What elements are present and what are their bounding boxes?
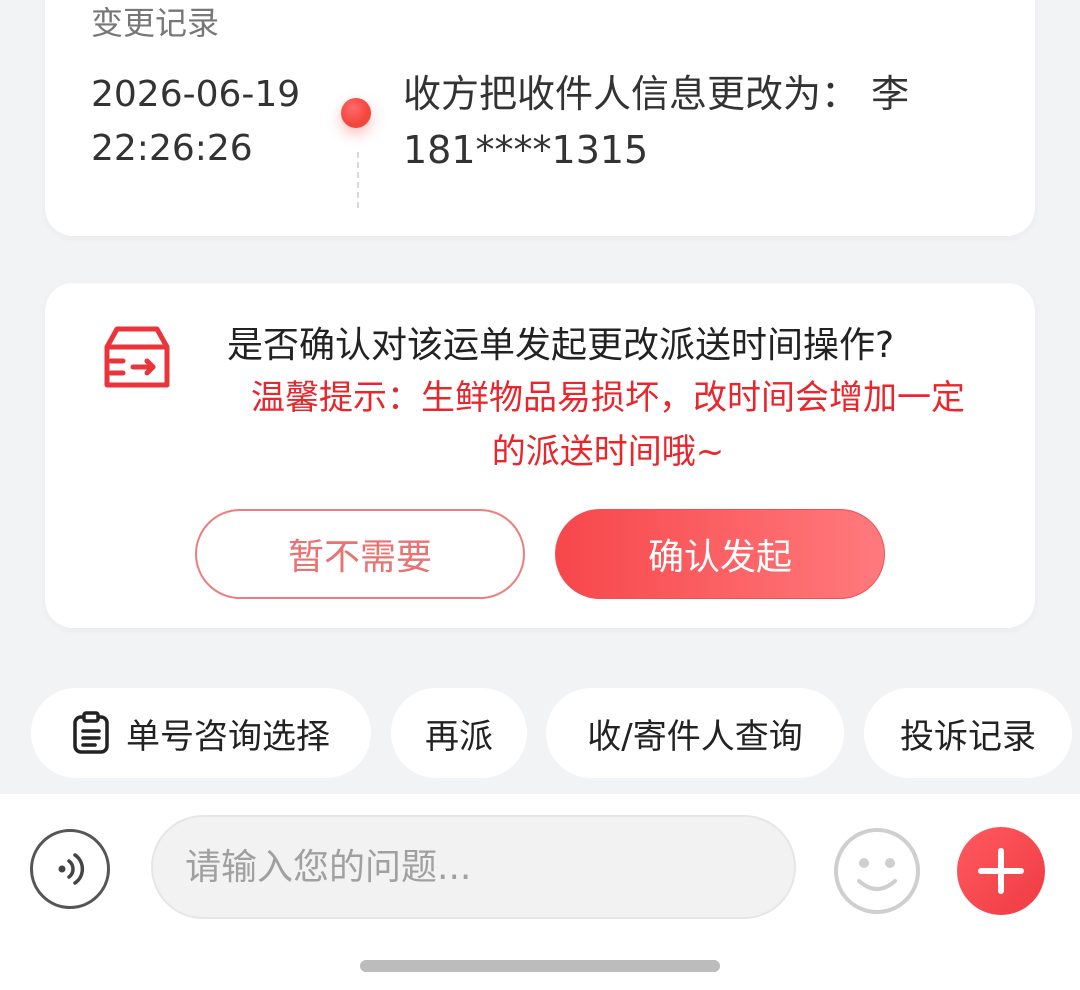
voice-button[interactable] (30, 829, 110, 909)
change-history-card: 变更记录 2026-06-19 22:26:26 收方把收件人信息更改为： 李 … (45, 0, 1035, 236)
confirm-button[interactable]: 确认发起 (555, 509, 885, 599)
quick-action-sender-receiver-query[interactable]: 收/寄件人查询 (546, 688, 844, 778)
record-text-line2: 181****1315 (403, 128, 649, 172)
clipboard-icon (73, 711, 109, 754)
input-bar (0, 794, 1080, 990)
timeline-dot (341, 98, 371, 128)
quick-action-label: 单号咨询选择 (126, 716, 330, 757)
quick-action-label: 再派 (425, 716, 493, 757)
record-time: 22:26:26 (91, 128, 253, 169)
record-text: 收方把收件人信息更改为： 李 181****1315 (403, 66, 963, 178)
quick-action-label: 收/寄件人查询 (587, 716, 803, 757)
quick-action-waybill-consult[interactable]: 单号咨询选择 (31, 688, 371, 778)
home-indicator (360, 960, 720, 972)
plus-button[interactable] (957, 827, 1045, 915)
decline-button[interactable]: 暂不需要 (195, 509, 525, 599)
history-title: 变更记录 (91, 4, 220, 42)
record-datetime: 2026-06-19 22:26:26 (91, 68, 300, 176)
confirm-card: 是否确认对该运单发起更改派送时间操作? 温馨提示：生鲜物品易损坏，改时间会增加一… (45, 283, 1035, 628)
timeline-line (357, 152, 359, 208)
confirm-question: 是否确认对该运单发起更改派送时间操作? (227, 325, 895, 366)
confirm-tip-line2: 的派送时间哦~ (491, 432, 725, 472)
question-input[interactable] (151, 815, 796, 919)
confirm-tip: 温馨提示：生鲜物品易损坏，改时间会增加一定 的派送时间哦~ (225, 371, 991, 479)
delivery-box-icon (104, 326, 170, 388)
quick-action-redeliver[interactable]: 再派 (391, 688, 527, 778)
quick-action-complaint-records[interactable]: 投诉记录 (864, 688, 1072, 778)
smiley-icon[interactable] (833, 827, 921, 915)
record-date: 2026-06-19 (91, 74, 301, 115)
quick-action-label: 投诉记录 (900, 716, 1036, 757)
confirm-tip-line1: 温馨提示：生鲜物品易损坏，改时间会增加一定 (251, 378, 965, 418)
plus-icon (978, 848, 1024, 894)
record-text-line1: 收方把收件人信息更改为： 李 (403, 72, 910, 116)
voice-icon (58, 853, 85, 885)
